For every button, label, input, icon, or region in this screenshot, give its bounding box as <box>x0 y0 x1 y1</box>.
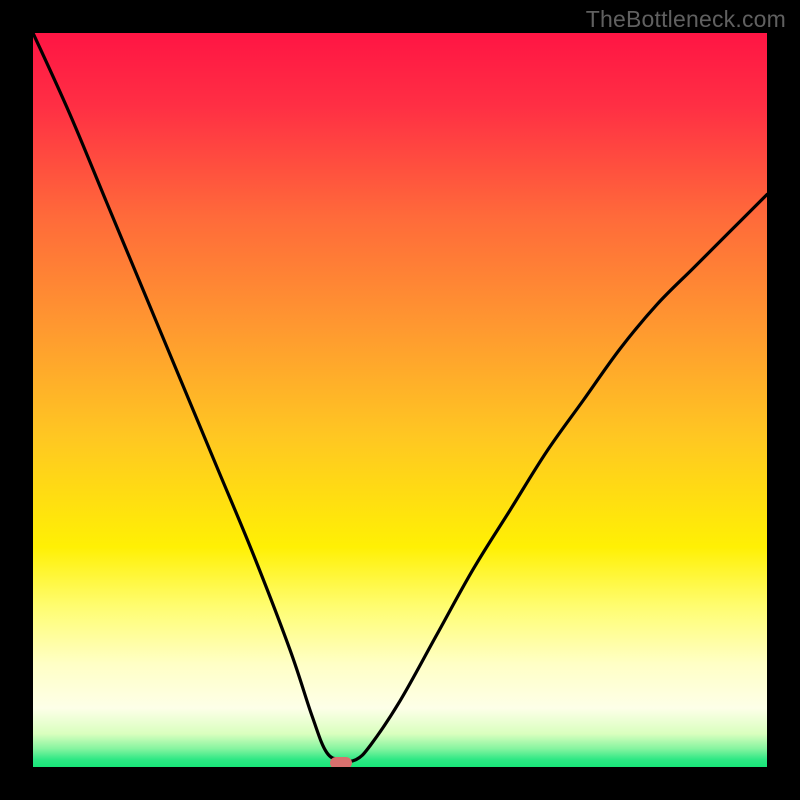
optimal-point-marker <box>330 757 352 767</box>
watermark-label: TheBottleneck.com <box>586 6 786 33</box>
bottleneck-curve <box>33 33 767 767</box>
chart-frame: TheBottleneck.com <box>0 0 800 800</box>
plot-area <box>33 33 767 767</box>
